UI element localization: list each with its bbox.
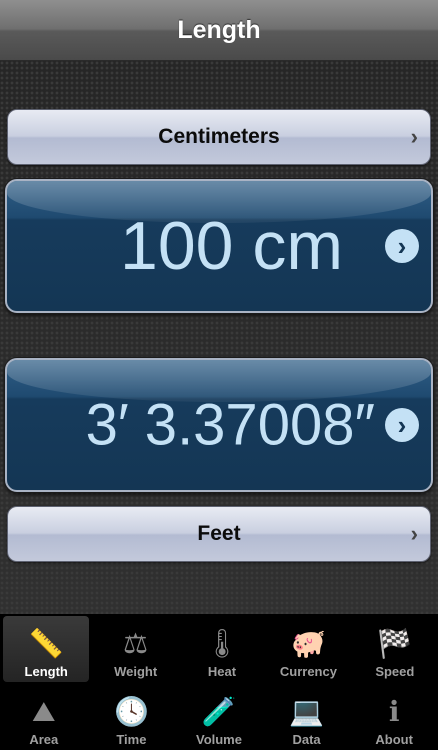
tab-row-1: 📏 Length ⚖ Weight 🌡 Heat 🐖 Currency 🏁 Sp…: [0, 614, 438, 682]
tab-label: Currency: [279, 664, 337, 679]
tab-speed[interactable]: 🏁 Speed: [352, 614, 438, 682]
tab-weight[interactable]: ⚖ Weight: [92, 614, 178, 682]
checkered-flag-icon: 🏁: [377, 628, 413, 659]
info-icon: ℹ: [388, 696, 400, 727]
tab-label: About: [375, 732, 413, 747]
tab-length[interactable]: 📏 Length: [3, 616, 90, 682]
tab-label: Heat: [207, 664, 237, 679]
from-value-display[interactable]: 100 cm ›: [5, 179, 433, 313]
tab-currency[interactable]: 🐖 Currency: [265, 614, 351, 682]
scale-icon: ⚖: [123, 628, 149, 659]
to-unit-label: Feet: [197, 522, 241, 545]
title-bar: Length: [0, 0, 438, 61]
piggy-bank-icon: 🐖: [290, 628, 326, 659]
from-unit-button[interactable]: Centimeters ›: [7, 109, 431, 165]
tab-label: Weight: [114, 664, 158, 679]
tab-row-2: ⛰ Area 🕓 Time 🧪 Volume 💻 Data ℹ About: [0, 682, 438, 750]
beaker-icon: 🧪: [201, 696, 237, 727]
page-title: Length: [177, 15, 261, 44]
converter-panel: Centimeters › 100 cm › 3′ 3.37008″ › Fee…: [0, 61, 438, 614]
from-value-text: 100 cm: [120, 208, 343, 284]
tab-label: Length: [24, 664, 68, 679]
tab-about[interactable]: ℹ About: [350, 682, 438, 750]
clock-icon: 🕓: [113, 696, 149, 727]
tab-label: Area: [29, 732, 59, 747]
tab-time[interactable]: 🕓 Time: [88, 682, 176, 750]
to-unit-button[interactable]: Feet ›: [7, 506, 431, 562]
hills-icon: ⛰: [32, 696, 56, 727]
chevron-right-icon: ›: [410, 124, 418, 149]
to-value-display[interactable]: 3′ 3.37008″ ›: [5, 358, 433, 492]
chevron-right-icon: ›: [410, 521, 418, 546]
laptop-icon: 💻: [289, 696, 325, 727]
tab-heat[interactable]: 🌡 Heat: [179, 614, 265, 682]
thermometer-icon: 🌡: [204, 628, 240, 659]
to-value-text: 3′ 3.37008″: [85, 392, 375, 458]
tab-label: Data: [292, 732, 321, 747]
from-unit-label: Centimeters: [158, 125, 280, 148]
tab-data[interactable]: 💻 Data: [263, 682, 351, 750]
tab-label: Speed: [375, 664, 415, 679]
tab-label: Time: [116, 732, 147, 747]
tab-area[interactable]: ⛰ Area: [0, 682, 88, 750]
tab-volume[interactable]: 🧪 Volume: [175, 682, 263, 750]
to-value-arrow-icon[interactable]: ›: [385, 408, 419, 442]
ruler-icon: 📏: [28, 628, 64, 659]
tab-bar: 📏 Length ⚖ Weight 🌡 Heat 🐖 Currency 🏁 Sp…: [0, 614, 438, 750]
tab-label: Volume: [195, 732, 242, 747]
from-value-arrow-icon[interactable]: ›: [385, 229, 419, 263]
